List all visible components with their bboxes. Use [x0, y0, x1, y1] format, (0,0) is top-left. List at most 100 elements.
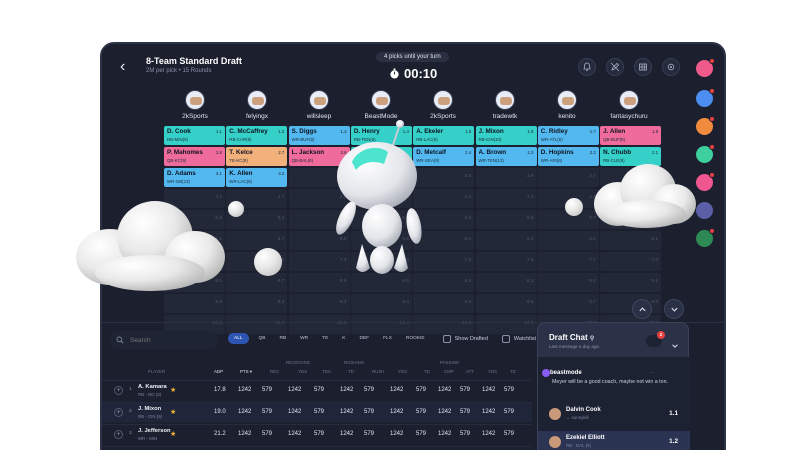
rail-avatar[interactable] [696, 58, 715, 77]
star-icon[interactable]: ★ [170, 408, 176, 416]
checkbox[interactable] [501, 334, 510, 343]
draft-pick-cell[interactable]: C. McCaffrey RB-CAR(9) 1.2 [226, 126, 288, 145]
empty-pick-slot[interactable]: 3.6 [475, 168, 537, 187]
team-header[interactable]: 2kSports [164, 90, 226, 120]
filter-def[interactable]: DEF [356, 333, 374, 344]
adp-value: 19.0 [214, 409, 226, 415]
col-pts[interactable]: PTS ▾ [240, 369, 252, 375]
col-rush-yds[interactable]: YDS [398, 369, 407, 374]
auto-draft-button[interactable] [606, 58, 624, 76]
board-view-button[interactable] [634, 58, 652, 76]
col-rec[interactable]: REC [270, 369, 279, 374]
draft-pick-cell[interactable]: J. Mixon RB-CIN(10) 1.6 [475, 126, 537, 145]
col-rush-td[interactable]: TD [348, 369, 354, 374]
empty-pick-slot[interactable]: 9.4 [350, 294, 412, 313]
filter-wr[interactable]: WR [296, 333, 312, 344]
empty-pick-slot[interactable]: 9.5 [413, 294, 475, 313]
draft-pick-cell[interactable]: D. Cook RB-MIN(8) 1.1 [164, 126, 225, 145]
empty-pick-slot[interactable]: 8.3 [475, 273, 537, 292]
col-pass-td[interactable]: TD [424, 369, 430, 374]
filter-rookie[interactable]: ROOKIE [402, 333, 429, 344]
stat-value: 579 [364, 387, 375, 393]
empty-pick-slot[interactable]: 8.2 [537, 273, 599, 292]
empty-pick-slot[interactable]: 7.8 [600, 252, 662, 271]
empty-pick-slot[interactable]: 6.3 [475, 231, 537, 250]
rail-avatar[interactable] [696, 88, 715, 107]
draft-pick-cell[interactable]: C. Ridley WR-ATL(6) 1.7 [537, 126, 599, 145]
star-icon[interactable]: ★ [170, 386, 176, 394]
col-pass-td2[interactable]: TD [510, 369, 516, 374]
empty-pick-slot[interactable]: 10.5 [413, 315, 475, 334]
empty-pick-slot[interactable]: 9.6 [475, 294, 537, 313]
table-row[interactable]: +3 J. Jefferson WR - MIN ★ 21.2 1242 579 1242 57… [102, 424, 532, 444]
filter-k[interactable]: K [338, 333, 349, 344]
col-rush[interactable]: RUSH [372, 369, 384, 374]
team-header[interactable]: felyingx [226, 90, 288, 120]
empty-pick-slot[interactable]: 10.2 [226, 315, 288, 334]
draft-pick-cell[interactable]: D. Adams WR-GB(13) 3.1 [164, 168, 225, 187]
star-icon[interactable]: ★ [170, 430, 176, 438]
empty-pick-slot[interactable]: 6.2 [537, 231, 599, 250]
empty-pick-slot[interactable]: 8.1 [600, 273, 662, 292]
team-header[interactable]: 2kSports [412, 90, 474, 120]
draft-pick-cell[interactable]: K. Allen WR-LAC(8) 3.2 [226, 168, 288, 187]
col-cmp[interactable]: CMP [444, 369, 454, 374]
empty-pick-slot[interactable]: 9.7 [537, 294, 599, 313]
table-row[interactable]: +4A. Gibson [102, 446, 532, 450]
empty-pick-slot[interactable]: 9.3 [288, 294, 350, 313]
add-icon[interactable]: + [114, 430, 123, 439]
search-input[interactable] [130, 336, 210, 344]
draft-pick-cell[interactable]: J. Allen QB-BUF(8) 1.8 [600, 126, 662, 145]
empty-pick-slot[interactable]: 9.8 [600, 294, 662, 313]
table-row[interactable]: +2 J. Mixon RB - CIN (9) ★ 19.0 1242 579 1242 57… [102, 402, 532, 422]
draft-pick-cell[interactable]: A. Brown WR-TEN(13) 2.3 [475, 147, 537, 166]
team-header[interactable]: fantasychuru [598, 90, 660, 120]
team-header[interactable]: willsleep [288, 90, 350, 120]
draft-pick-cell[interactable]: T. Kelce TE-KC(9) 2.7 [226, 147, 288, 166]
empty-pick-slot[interactable]: 5.6 [475, 210, 537, 229]
team-header[interactable]: tradewtk [474, 90, 536, 120]
col-adp[interactable]: ADP [214, 369, 223, 374]
scroll-down-button[interactable] [664, 299, 684, 319]
empty-pick-slot[interactable]: 7.6 [475, 252, 537, 271]
notifications-button[interactable] [578, 58, 596, 76]
pin-icon[interactable]: ⚲ [590, 336, 594, 342]
empty-pick-slot[interactable]: 10.6 [475, 315, 537, 334]
stat-value: 579 [262, 387, 273, 393]
table-row[interactable]: +1 A. Kamara RB - NO (6) ★ 17.8 1242 579 1242 57… [102, 380, 532, 400]
settings-button[interactable] [662, 58, 680, 76]
chat-notification-badge[interactable]: 2 [646, 331, 665, 347]
team-header[interactable]: BeastMode [350, 90, 412, 120]
back-arrow-icon[interactable]: ‹ [120, 59, 132, 75]
watchlist-toggle[interactable]: Watchlist [501, 334, 536, 343]
message-actions-icon[interactable]: ⋯ [650, 370, 655, 376]
empty-pick-slot[interactable]: 4.3 [475, 189, 537, 208]
filter-te[interactable]: TE [318, 333, 332, 344]
checkbox[interactable] [442, 334, 451, 343]
rail-avatar[interactable] [696, 116, 715, 135]
empty-pick-slot[interactable]: 7.7 [537, 252, 599, 271]
filter-qb[interactable]: QB [255, 333, 270, 344]
chat-collapse-button[interactable] [671, 337, 679, 355]
filter-rb[interactable]: RB [275, 333, 290, 344]
empty-pick-slot[interactable]: 9.8 [164, 294, 225, 313]
player-search[interactable] [110, 331, 218, 349]
col-rec-yds[interactable]: YDS [298, 369, 307, 374]
empty-pick-slot[interactable]: 6.1 [600, 231, 662, 250]
add-icon[interactable]: + [114, 408, 123, 417]
team-header[interactable]: kenito [536, 90, 598, 120]
col-pass-yds[interactable]: YDS [488, 369, 497, 374]
col-rec-tds[interactable]: TDS [322, 369, 331, 374]
filter-all[interactable]: ALL [228, 333, 249, 344]
add-icon[interactable]: + [114, 386, 123, 395]
scroll-up-button[interactable] [632, 299, 652, 319]
rail-avatar[interactable] [696, 228, 715, 247]
empty-pick-slot[interactable]: 9.2 [226, 294, 288, 313]
pick-player-name: K. Allen [229, 170, 253, 177]
col-att[interactable]: ATT [466, 369, 474, 374]
show-drafted-toggle[interactable]: Show Drafted [442, 334, 488, 343]
empty-pick-slot[interactable]: 10.3 [288, 315, 350, 334]
filter-flx[interactable]: FLX [379, 333, 396, 344]
draft-pick-cell[interactable]: P. Mahomes QB-KC(9) 2.8 [164, 147, 225, 166]
empty-pick-slot[interactable]: 10.4 [350, 315, 412, 334]
